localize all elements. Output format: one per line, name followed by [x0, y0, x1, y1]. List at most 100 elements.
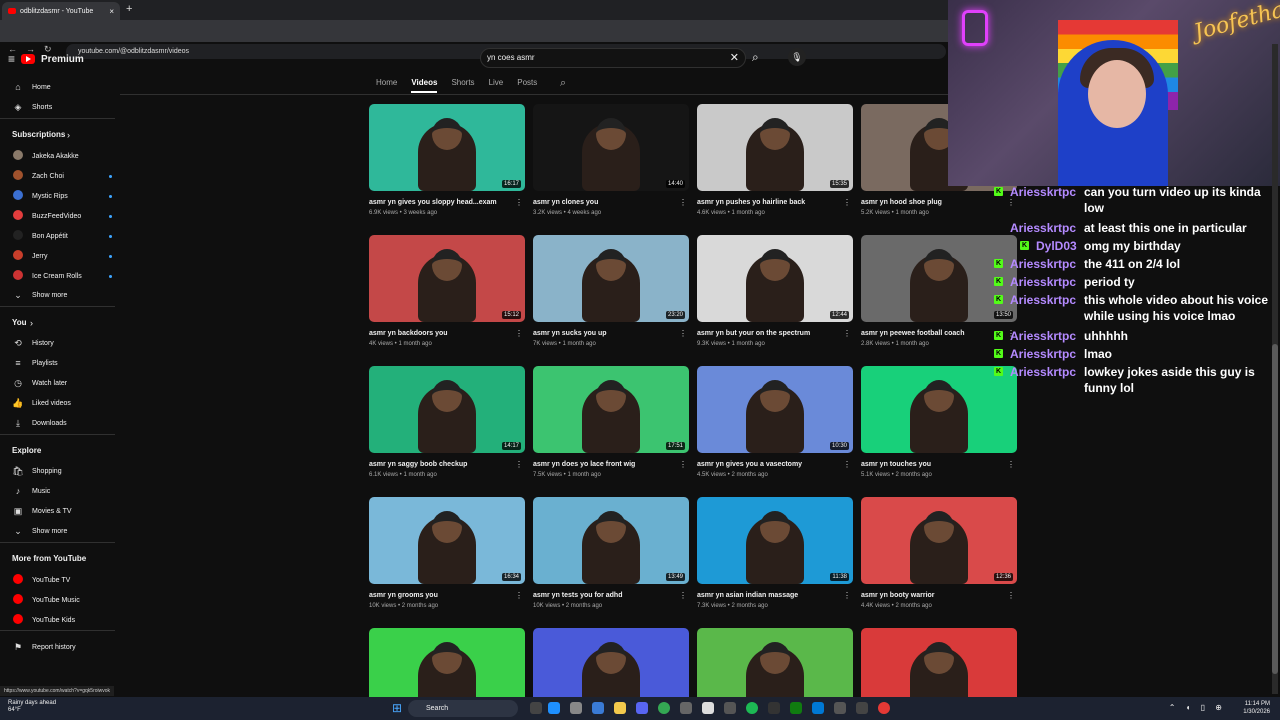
- spotify-icon[interactable]: [746, 702, 758, 714]
- explore-heading[interactable]: Explore: [12, 446, 41, 455]
- sidebar-item-explore[interactable]: ♪ Music: [12, 486, 112, 496]
- video-card[interactable]: 14:17 asmr yn saggy boob checkup 6.1K view…: [369, 366, 525, 478]
- app-icon[interactable]: [724, 702, 736, 714]
- report-history-link[interactable]: ⚑ Report history: [12, 642, 112, 653]
- calendar-icon[interactable]: [702, 702, 714, 714]
- show-more-button[interactable]: ⌄ Show more: [12, 526, 112, 537]
- more-options-icon[interactable]: ⋮: [843, 198, 851, 207]
- subscription-item[interactable]: Zach Choi: [12, 170, 112, 182]
- browser-tab[interactable]: odblitzdasmr - YouTube ×: [2, 2, 120, 20]
- video-thumbnail[interactable]: 15:12: [369, 235, 525, 322]
- video-card[interactable]: asmr yn touches you 5.1K views • 2 months…: [861, 366, 1017, 478]
- sidebar-item-playlists[interactable]: ≡ Playlists: [12, 358, 112, 368]
- app-icon[interactable]: [592, 702, 604, 714]
- subscriptions-heading[interactable]: Subscriptions: [12, 130, 65, 139]
- video-title[interactable]: asmr yn pushes yo hairline back: [697, 199, 853, 206]
- video-title[interactable]: asmr yn clones you: [533, 199, 689, 206]
- video-title[interactable]: asmr yn but your on the spectrum: [697, 330, 853, 337]
- you-heading[interactable]: You: [12, 318, 27, 327]
- subscription-item[interactable]: BuzzFeedVideo: [12, 210, 112, 222]
- video-thumbnail[interactable]: 16:34: [369, 497, 525, 584]
- sidebar-item-liked-videos[interactable]: 👍 Liked videos: [12, 398, 112, 409]
- system-tray[interactable]: ⌃ ◖ ▯ ⊕: [1169, 703, 1226, 712]
- discord-icon[interactable]: [636, 702, 648, 714]
- video-thumbnail[interactable]: 13:49: [533, 497, 689, 584]
- sidebar-item-shorts[interactable]: ◈ Shorts: [12, 102, 112, 113]
- subscription-item[interactable]: Bon Appétit: [12, 230, 112, 242]
- show-more-button[interactable]: ⌄ Show more: [12, 290, 112, 301]
- video-card[interactable]: 16:17 asmr yn gives you sloppy head...exa…: [369, 104, 525, 216]
- more-options-icon[interactable]: ⋮: [679, 460, 687, 469]
- sidebar-item-explore[interactable]: ▣ Movies & TV: [12, 506, 112, 517]
- video-title[interactable]: asmr yn gives you a vasectomy: [697, 461, 853, 468]
- more-options-icon[interactable]: ⋮: [679, 198, 687, 207]
- video-thumbnail[interactable]: 10:30: [697, 366, 853, 453]
- video-card[interactable]: 15:12 asmr yn backdoors you 4K views • 1 m…: [369, 235, 525, 347]
- scrollbar[interactable]: [1272, 44, 1278, 694]
- sidebar-item-youtube-app[interactable]: YouTube Music: [12, 594, 112, 606]
- file-explorer-icon[interactable]: [614, 702, 626, 714]
- search-input[interactable]: yn coes asmr ✕: [480, 48, 746, 68]
- chrome-icon[interactable]: [878, 702, 890, 714]
- more-options-icon[interactable]: ⋮: [679, 329, 687, 338]
- video-title[interactable]: asmr yn asian indian massage: [697, 592, 853, 599]
- tab-home[interactable]: Home: [376, 78, 397, 93]
- app-icon[interactable]: [856, 702, 868, 714]
- capcut-icon[interactable]: [768, 702, 780, 714]
- sidebar-item-downloads[interactable]: ⤓ Downloads: [12, 418, 112, 429]
- video-card[interactable]: 10:30 asmr yn gives you a vasectomy 4.5K v…: [697, 366, 853, 478]
- subscription-item[interactable]: Ice Cream Rolls: [12, 270, 112, 282]
- more-options-icon[interactable]: ⋮: [843, 460, 851, 469]
- windows-start-icon[interactable]: ⊞: [392, 701, 402, 715]
- video-card[interactable]: 15:35 asmr yn pushes yo hairline back 4.6K…: [697, 104, 853, 216]
- video-card[interactable]: 16:34 asmr yn grooms you 10K views • 2 mon…: [369, 497, 525, 609]
- video-title[interactable]: asmr yn sucks you up: [533, 330, 689, 337]
- video-title[interactable]: asmr yn hood shoe plug: [861, 199, 1017, 206]
- more-options-icon[interactable]: ⋮: [679, 591, 687, 600]
- sidebar-item-history[interactable]: ⟲ History: [12, 338, 112, 349]
- new-tab-button[interactable]: +: [126, 3, 132, 15]
- sidebar-item-watch-later[interactable]: ◷ Watch later: [12, 378, 112, 389]
- video-thumbnail[interactable]: [861, 366, 1017, 453]
- clear-search-icon[interactable]: ✕: [730, 49, 739, 67]
- video-title[interactable]: asmr yn grooms you: [369, 592, 525, 599]
- video-thumbnail[interactable]: 12:44: [697, 235, 853, 322]
- video-card[interactable]: 17:51 asmr yn does yo lace front wig 7.5K …: [533, 366, 689, 478]
- weather-widget[interactable]: Rainy days ahead 64°F: [8, 700, 56, 714]
- video-thumbnail[interactable]: 12:36: [861, 497, 1017, 584]
- menu-icon[interactable]: ≡: [8, 52, 15, 66]
- tab-posts[interactable]: Posts: [517, 78, 537, 93]
- video-card[interactable]: 13:49 asmr yn tests you for adhd 10K views…: [533, 497, 689, 609]
- video-card[interactable]: 12:36 asmr yn booty warrior 4.4K views • 2…: [861, 497, 1017, 609]
- more-options-icon[interactable]: ⋮: [515, 591, 523, 600]
- video-thumbnail[interactable]: 16:17: [369, 104, 525, 191]
- app-icon[interactable]: [812, 702, 824, 714]
- video-thumbnail[interactable]: 17:51: [533, 366, 689, 453]
- tab-shorts[interactable]: Shorts: [451, 78, 474, 93]
- video-title[interactable]: asmr yn saggy boob checkup: [369, 461, 525, 468]
- subscription-item[interactable]: Jerry: [12, 250, 112, 262]
- search-icon[interactable]: ⌕: [752, 50, 759, 65]
- more-options-icon[interactable]: ⋮: [1007, 460, 1015, 469]
- sidebar-item-home[interactable]: ⌂ Home: [12, 82, 112, 92]
- tab-videos[interactable]: Videos: [411, 78, 438, 93]
- video-thumbnail[interactable]: 14:40: [533, 104, 689, 191]
- video-card[interactable]: 23:20 asmr yn sucks you up 7K views • 1 mo…: [533, 235, 689, 347]
- video-title[interactable]: asmr yn backdoors you: [369, 330, 525, 337]
- video-title[interactable]: asmr yn does yo lace front wig: [533, 461, 689, 468]
- close-tab-icon[interactable]: ×: [109, 7, 114, 16]
- taskbar-search[interactable]: Search: [408, 700, 518, 717]
- xbox-icon[interactable]: [790, 702, 802, 714]
- more-options-icon[interactable]: ⋮: [515, 460, 523, 469]
- more-options-icon[interactable]: ⋮: [515, 198, 523, 207]
- video-title[interactable]: asmr yn booty warrior: [861, 592, 1017, 599]
- app-icon[interactable]: [834, 702, 846, 714]
- video-card[interactable]: 12:44 asmr yn but your on the spectrum 9.3…: [697, 235, 853, 347]
- video-card[interactable]: 14:40 asmr yn clones you 3.2K views • 4 we…: [533, 104, 689, 216]
- more-options-icon[interactable]: ⋮: [1007, 591, 1015, 600]
- more-options-icon[interactable]: ⋮: [515, 329, 523, 338]
- video-thumbnail[interactable]: 23:20: [533, 235, 689, 322]
- task-view-icon[interactable]: [530, 702, 542, 714]
- video-title[interactable]: asmr yn tests you for adhd: [533, 592, 689, 599]
- sidebar-item-youtube-app[interactable]: YouTube TV: [12, 574, 112, 586]
